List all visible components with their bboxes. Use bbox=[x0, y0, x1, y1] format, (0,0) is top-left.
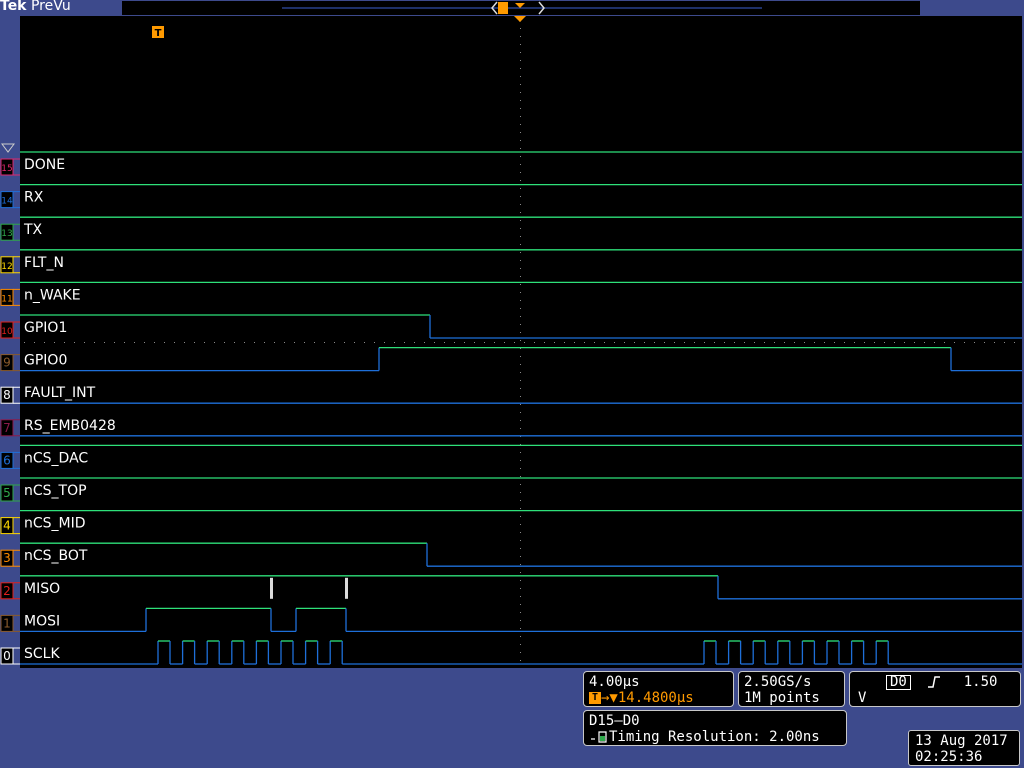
rising-edge-icon bbox=[928, 676, 941, 688]
channel-marker-1: 1 bbox=[0, 614, 20, 632]
horizontal-position-row: T →▼14.4800µs bbox=[589, 690, 728, 706]
trace-MOSI bbox=[20, 607, 1022, 633]
channel-marker-7: 7 bbox=[0, 419, 20, 437]
svg-text:0: 0 bbox=[3, 649, 11, 663]
trace-GPIO1 bbox=[20, 314, 1022, 339]
channel-marker-8: 8 bbox=[0, 386, 20, 404]
trace-MISO bbox=[20, 575, 1022, 600]
horizontal-readout[interactable]: 4.00µs T →▼14.4800µs bbox=[583, 671, 734, 707]
datetime-readout: 13 Aug 2017 02:25:36 bbox=[908, 730, 1020, 766]
timing-mode-icon bbox=[591, 731, 607, 743]
channel-label-RS_EMB0428: RS_EMB0428 bbox=[24, 418, 116, 434]
trigger-time-marker: T bbox=[152, 26, 164, 39]
trace-GPIO0 bbox=[20, 346, 1022, 372]
trigger-readout[interactable]: D0 1.50 V bbox=[849, 671, 1021, 707]
trigger-icon: T bbox=[589, 692, 601, 704]
channel-marker-9: 9 bbox=[0, 354, 20, 372]
channel-label-nCS_MID: nCS_MID bbox=[24, 516, 86, 532]
channel-label-nCS_DAC: nCS_DAC bbox=[24, 450, 88, 466]
channel-marker-13: 13 bbox=[0, 223, 20, 241]
svg-text:5: 5 bbox=[3, 486, 11, 500]
record-length: 1M points bbox=[744, 690, 820, 706]
timing-resolution: Timing Resolution: 2.00ns bbox=[609, 729, 820, 745]
waveform-display[interactable]: T DONE RX TX FLT_N n_WAKE GPIO1 GPIO0 FAULT_INT R… bbox=[20, 16, 1022, 668]
waveform-area: T DONE RX TX FLT_N n_WAKE GPIO1 GPIO0 FAULT_INT R… bbox=[20, 16, 1022, 665]
channel-label-n_WAKE: n_WAKE bbox=[24, 287, 81, 303]
channel-marker-0: 0 bbox=[0, 647, 20, 665]
channel-label-MISO: MISO bbox=[24, 581, 60, 597]
channel-label-DONE: DONE bbox=[24, 157, 65, 173]
channel-marker-2: 2 bbox=[0, 582, 20, 600]
svg-text:1: 1 bbox=[3, 616, 11, 630]
channel-marker-3: 3 bbox=[0, 549, 20, 567]
acquisition-readout[interactable]: 2.50GS/s 1M points bbox=[738, 671, 845, 707]
svg-text:9: 9 bbox=[3, 356, 11, 370]
channel-label-SCLK: SCLK bbox=[24, 646, 60, 662]
svg-text:7: 7 bbox=[3, 421, 11, 435]
channel-label-GPIO0: GPIO0 bbox=[24, 353, 67, 369]
digital-group-icon bbox=[1, 143, 15, 153]
channel-label-nCS_TOP: nCS_TOP bbox=[24, 483, 87, 499]
bus-readout[interactable]: D15–D0 Timing Resolution: 2.00ns bbox=[583, 710, 847, 746]
channel-marker-14: 14 bbox=[0, 191, 20, 209]
channel-label-FAULT_INT: FAULT_INT bbox=[24, 385, 96, 401]
trigger-source: D0 bbox=[886, 675, 911, 690]
svg-text:13: 13 bbox=[1, 229, 12, 239]
svg-text:6: 6 bbox=[3, 453, 11, 467]
svg-text:3: 3 bbox=[3, 551, 11, 565]
channel-marker-4: 4 bbox=[0, 517, 20, 535]
svg-text:10: 10 bbox=[1, 327, 13, 337]
channel-label-TX: TX bbox=[23, 222, 43, 238]
channel-label-RX: RX bbox=[24, 190, 44, 206]
svg-text:14: 14 bbox=[1, 197, 13, 207]
channel-label-MOSI: MOSI bbox=[24, 613, 60, 629]
channel-marker-10: 10 bbox=[0, 321, 20, 339]
trace-nCS_BOT bbox=[20, 542, 1022, 567]
horizontal-position: 14.4800µs bbox=[617, 690, 694, 706]
channel-marker-5: 5 bbox=[0, 484, 20, 502]
channel-label-GPIO1: GPIO1 bbox=[24, 320, 67, 336]
date: 13 Aug 2017 bbox=[915, 733, 1008, 749]
svg-text:15: 15 bbox=[1, 164, 12, 174]
horizontal-scale: 4.00µs bbox=[589, 674, 640, 690]
sample-rate: 2.50GS/s bbox=[744, 674, 812, 690]
trigger-position-icon bbox=[514, 16, 526, 22]
channel-label-FLT_N: FLT_N bbox=[24, 255, 64, 271]
channel-marker-15: 15 bbox=[0, 158, 20, 176]
channel-label-nCS_BOT: nCS_BOT bbox=[24, 548, 88, 564]
channel-marker-12: 12 bbox=[0, 256, 20, 274]
svg-text:4: 4 bbox=[3, 519, 11, 533]
svg-text:11: 11 bbox=[1, 294, 12, 304]
channel-marker-6: 6 bbox=[0, 451, 20, 469]
bus-range: D15–D0 bbox=[589, 713, 640, 729]
svg-text:T: T bbox=[155, 28, 162, 39]
timing-resolution-row: Timing Resolution: 2.00ns bbox=[589, 729, 841, 745]
svg-text:2: 2 bbox=[3, 584, 11, 598]
time: 02:25:36 bbox=[915, 749, 983, 765]
svg-text:12: 12 bbox=[1, 262, 12, 272]
svg-text:8: 8 bbox=[3, 388, 11, 402]
channel-marker-11: 11 bbox=[0, 288, 20, 306]
